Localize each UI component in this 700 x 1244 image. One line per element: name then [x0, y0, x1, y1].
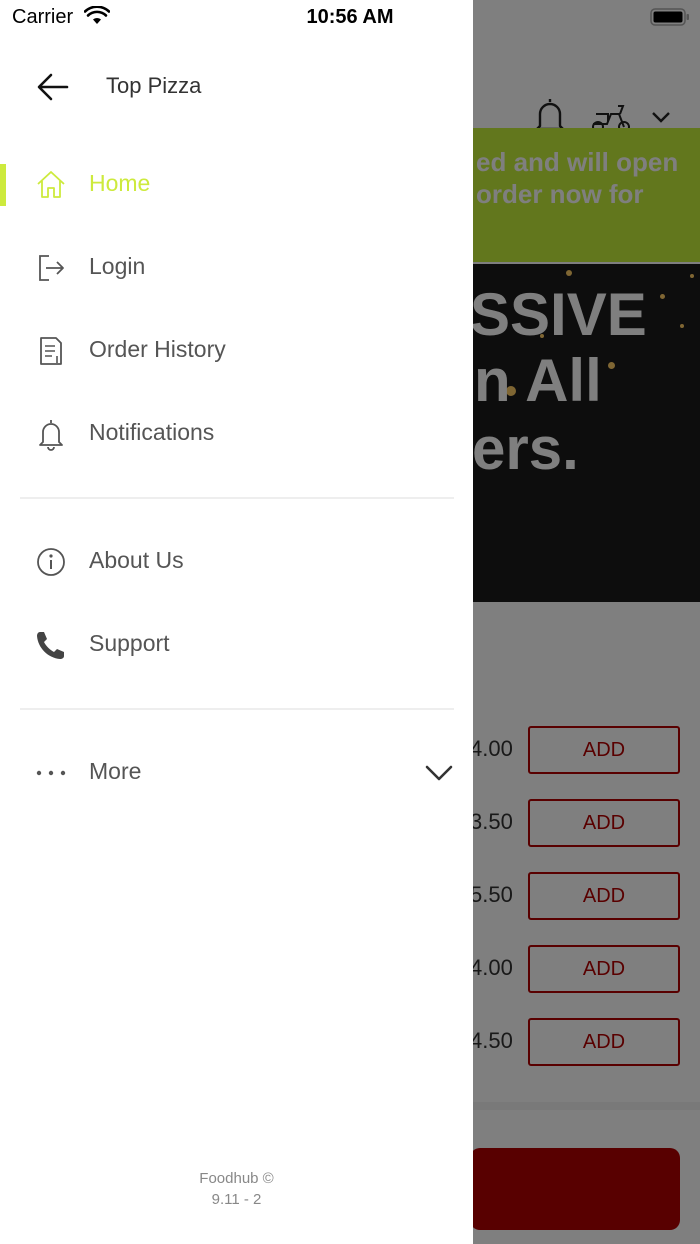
home-icon [37, 171, 65, 198]
battery-icon [650, 8, 689, 26]
menu-item-about-us[interactable]: About Us [0, 527, 473, 597]
menu-label-home: Home [89, 170, 151, 196]
menu-label-support: Support [89, 630, 170, 656]
info-icon [37, 548, 65, 576]
drawer-title: Top Pizza [106, 73, 202, 98]
status-time: 10:56 AM [306, 6, 394, 28]
menu-item-more[interactable]: More [0, 738, 473, 808]
menu-divider [20, 708, 454, 710]
menu-label-login: Login [89, 253, 146, 279]
navigation-drawer: Top Pizza Home Login Order History Notif… [0, 0, 473, 1244]
menu-label-more: More [89, 758, 142, 784]
phone-icon [37, 632, 64, 659]
back-arrow-icon[interactable] [34, 68, 72, 106]
more-dots-icon [36, 770, 66, 776]
menu-item-order-history[interactable]: Order History [0, 316, 473, 386]
menu-label-order-history: Order History [89, 336, 226, 362]
menu-item-support[interactable]: Support [0, 610, 473, 680]
menu-divider [20, 497, 454, 499]
chevron-down-icon[interactable] [424, 758, 454, 788]
menu-item-home[interactable]: Home [0, 150, 473, 220]
footer-brand: Foodhub © [199, 1170, 274, 1187]
login-icon [39, 255, 64, 281]
menu-item-login[interactable]: Login [0, 233, 473, 303]
menu-item-notifications[interactable]: Notifications [0, 399, 473, 469]
bell-icon [39, 420, 63, 451]
status-bar: Carrier 10:56 AM [0, 0, 700, 36]
footer-version: 9.11 - 2 [211, 1191, 262, 1208]
app-version-footer: Foodhub © 9.11 - 2 [0, 1168, 473, 1210]
order-history-icon [40, 337, 62, 365]
menu-label-about-us: About Us [89, 547, 184, 573]
menu-label-notifications: Notifications [89, 419, 215, 445]
